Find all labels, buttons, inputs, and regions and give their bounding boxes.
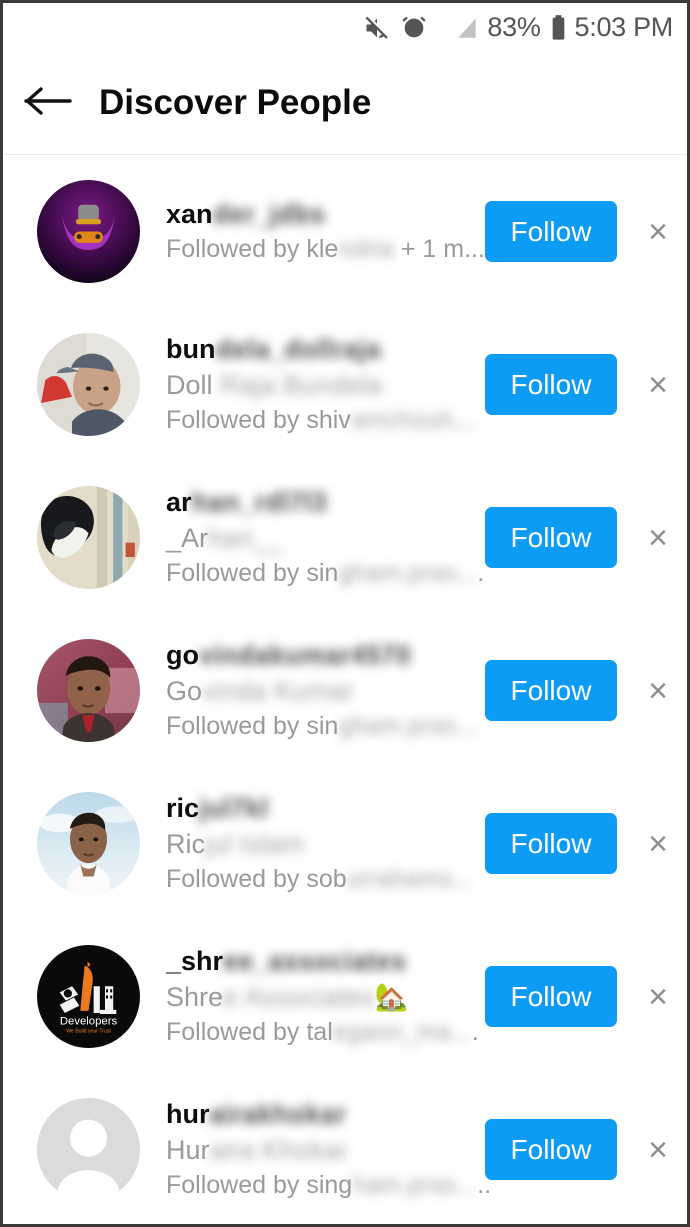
status-left-icons	[363, 14, 428, 42]
cap-man-photo-avatar	[37, 333, 140, 436]
back-button[interactable]	[3, 52, 95, 155]
user-info: _shree_associates Shree Associates🏡 Foll…	[166, 944, 485, 1049]
followed-by-text: Followed by soburrahams...	[166, 865, 474, 894]
avatar[interactable]	[37, 792, 140, 895]
close-icon[interactable]: ×	[629, 967, 687, 1027]
fullname: Doll Raja Bundela	[166, 369, 383, 400]
svg-text:We Build your Trust: We Build your Trust	[66, 1029, 111, 1035]
back-arrow-icon	[24, 82, 74, 125]
fullname: Huraira Khokar	[166, 1134, 348, 1165]
close-icon[interactable]: ×	[629, 202, 687, 262]
masked-person-photo-avatar	[37, 486, 140, 589]
avatar[interactable]	[37, 333, 140, 436]
table-row[interactable]: hurairakhokar Huraira Khokar Followed by…	[3, 1073, 687, 1224]
user-info: arhan_rdl7l3 _Arhan__ Followed by singha…	[166, 485, 485, 590]
table-row[interactable]: bundela_dollraja Doll Raja Bundela Follo…	[3, 308, 687, 461]
follow-button[interactable]: Follow	[485, 201, 617, 262]
follow-button[interactable]: Follow	[485, 354, 617, 415]
default-person-avatar	[37, 1098, 140, 1201]
clock-time: 5:03 PM	[574, 12, 674, 42]
young-man-photo-avatar	[37, 639, 140, 742]
fullname: _Arhan__	[166, 522, 284, 553]
user-info: ricjul7kl Ricjul Islam Followed by sobur…	[166, 791, 485, 896]
fullname: Shree Associates🏡	[166, 981, 409, 1012]
username: govindakumar4570	[166, 639, 411, 670]
avatar[interactable]	[37, 1098, 140, 1201]
close-icon[interactable]: ×	[629, 508, 687, 568]
table-row[interactable]: govindakumar4570 Govinda Kumar Followed …	[3, 614, 687, 767]
username: _shree_associates	[166, 945, 407, 976]
alarm-clock-icon	[400, 14, 428, 42]
table-row[interactable]: ricjul7kl Ricjul Islam Followed by sobur…	[3, 767, 687, 920]
user-info: bundela_dollraja Doll Raja Bundela Follo…	[166, 332, 485, 437]
avatar[interactable]: Developers We Build your Trust	[37, 945, 140, 1048]
battery-percent: 83%	[487, 12, 541, 42]
followed-by-text: Followed by klendria + 1 m...	[166, 235, 485, 264]
developers-logo-avatar: Developers We Build your Trust	[37, 945, 140, 1048]
avatar[interactable]	[37, 639, 140, 742]
status-right-icons: 83% 5:03 PM	[454, 12, 673, 43]
sky-portrait-photo-avatar	[37, 792, 140, 895]
table-row[interactable]: Developers We Build your Trust _shree_as…	[3, 920, 687, 1073]
followed-by-text: Followed by singham.pras...	[166, 712, 478, 741]
avatar[interactable]	[37, 486, 140, 589]
discover-people-list: xander_jdbs Followed by klendria + 1 m..…	[3, 155, 687, 1224]
svg-text:Developers: Developers	[60, 1015, 118, 1027]
username: bundela_dollraja	[166, 333, 381, 364]
follow-button[interactable]: Follow	[485, 1119, 617, 1180]
battery-icon	[550, 14, 567, 42]
table-row[interactable]: xander_jdbs Followed by klendria + 1 m..…	[3, 155, 687, 308]
fullname: Ricjul Islam	[166, 828, 305, 859]
phone-screen: 83% 5:03 PM Discover People xander_jdbs …	[0, 0, 690, 1227]
user-info: hurairakhokar Huraira Khokar Followed by…	[166, 1097, 492, 1202]
mute-icon	[363, 14, 391, 42]
close-icon[interactable]: ×	[629, 355, 687, 415]
table-row[interactable]: arhan_rdl7l3 _Arhan__ Followed by singha…	[3, 461, 687, 614]
follow-button[interactable]: Follow	[485, 966, 617, 1027]
app-header: Discover People	[3, 52, 687, 155]
username: arhan_rdl7l3	[166, 486, 327, 517]
followed-by-text: Followed by talegaon_ma....	[166, 1018, 479, 1047]
gamer-logo-avatar	[37, 180, 140, 283]
house-emoji: 🏡	[374, 981, 409, 1012]
follow-button[interactable]: Follow	[485, 507, 617, 568]
page-title: Discover People	[99, 83, 372, 122]
signal-icon	[454, 15, 480, 41]
close-icon[interactable]: ×	[629, 1120, 687, 1180]
followed-by-text: Followed by singham.pras....	[166, 559, 485, 588]
close-icon[interactable]: ×	[629, 661, 687, 721]
close-icon[interactable]: ×	[629, 814, 687, 874]
username: xander_jdbs	[166, 198, 326, 229]
username: ricjul7kl	[166, 792, 269, 823]
followed-by-text: Followed by shivamchouh...	[166, 406, 475, 435]
follow-button[interactable]: Follow	[485, 660, 617, 721]
followed-by-text: Followed by singham.pras.....	[166, 1171, 492, 1200]
user-info: govindakumar4570 Govinda Kumar Followed …	[166, 638, 485, 743]
username: hurairakhokar	[166, 1098, 347, 1129]
follow-button[interactable]: Follow	[485, 813, 617, 874]
fullname: Govinda Kumar	[166, 675, 354, 706]
status-bar: 83% 5:03 PM	[3, 3, 687, 52]
user-info: xander_jdbs Followed by klendria + 1 m..…	[166, 197, 485, 267]
avatar[interactable]	[37, 180, 140, 283]
